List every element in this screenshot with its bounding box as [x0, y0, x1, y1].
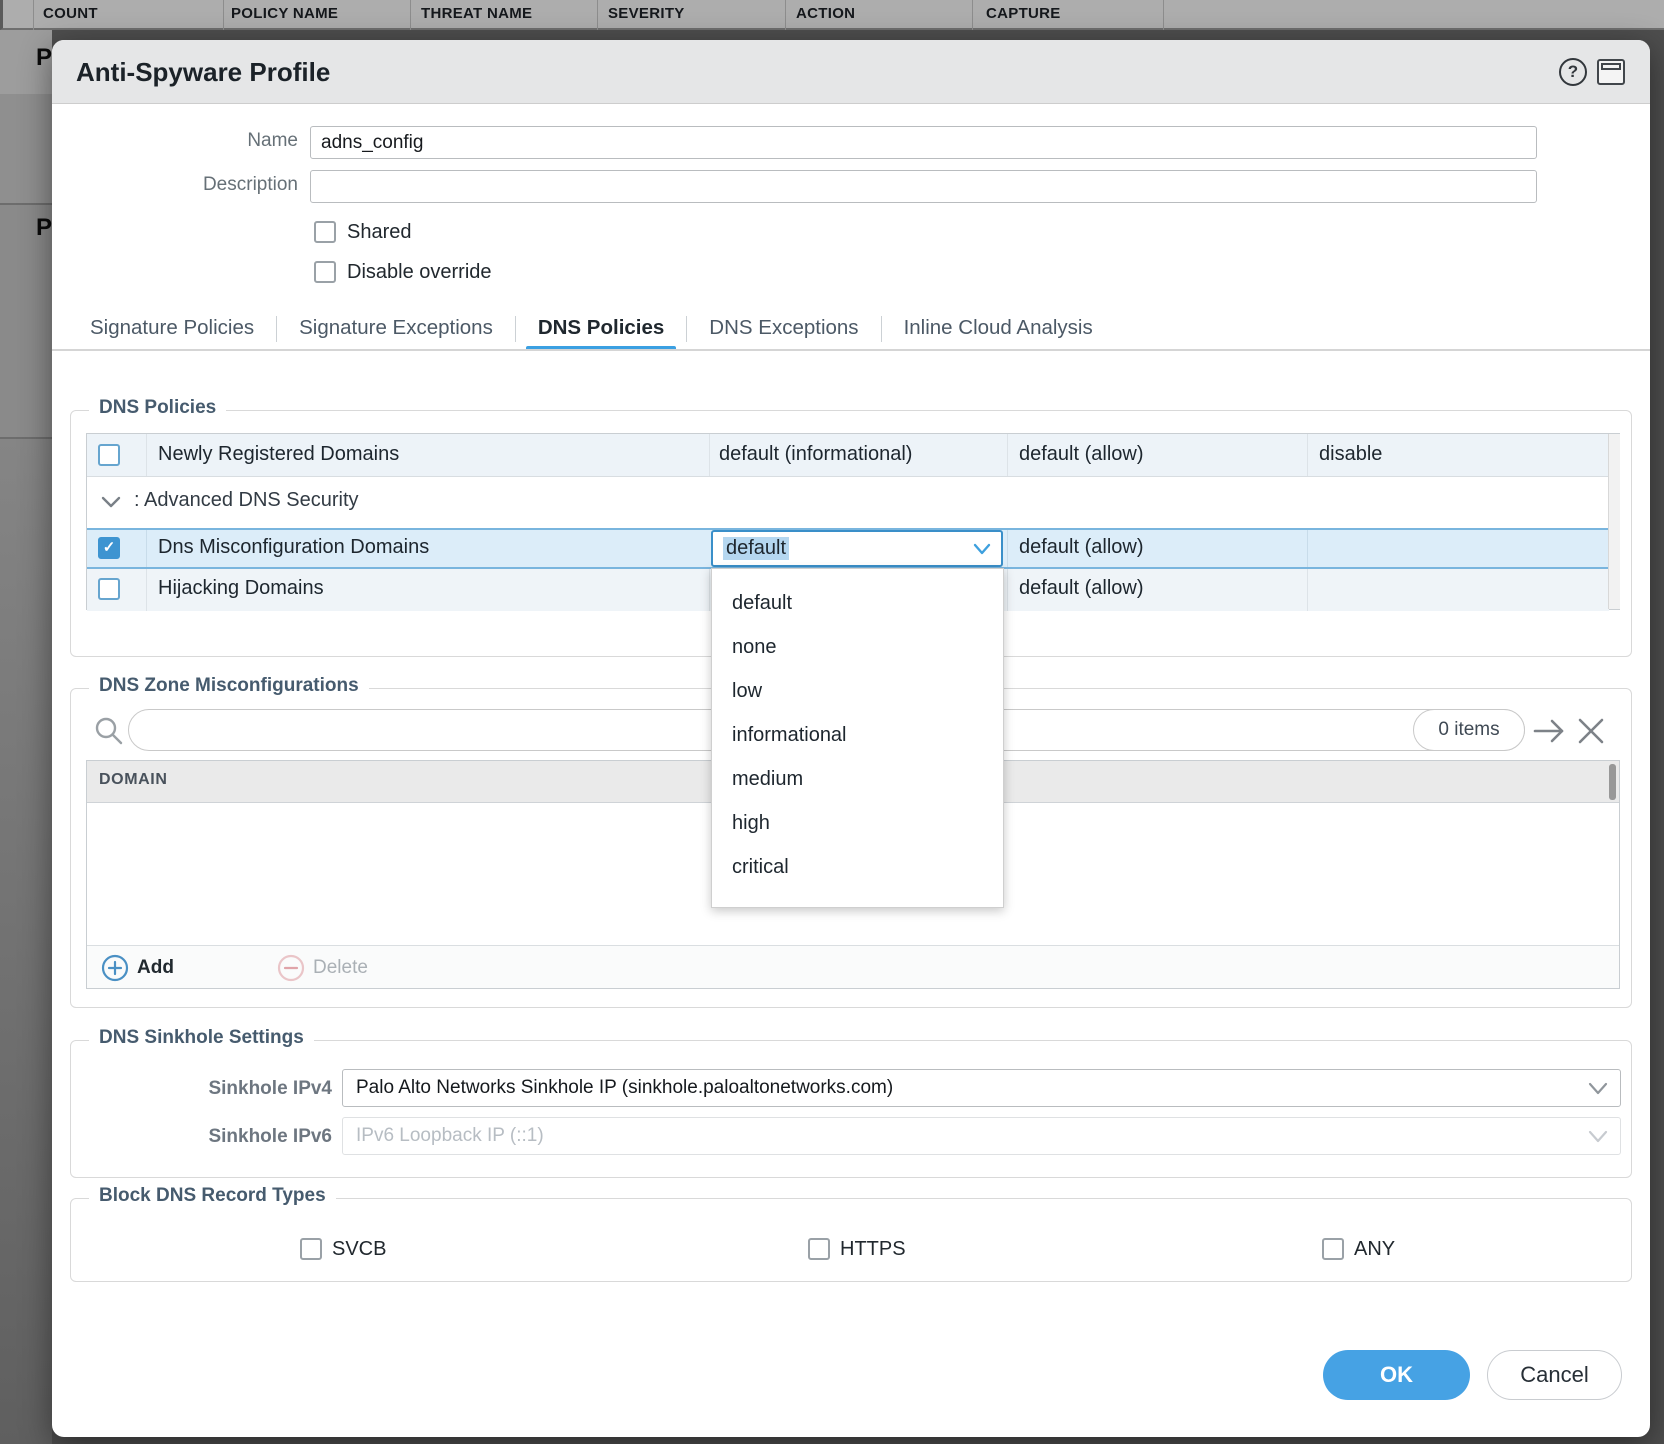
chevron-down-icon[interactable] — [101, 495, 121, 509]
bg-col-threat: THREAT NAME — [421, 5, 532, 22]
row-name: Dns Misconfiguration Domains — [158, 536, 429, 559]
tabs-divider — [52, 349, 1650, 351]
severity-option[interactable]: medium — [712, 757, 1003, 801]
row-severity[interactable]: default (informational) — [719, 443, 912, 466]
bg-partial-text: P — [36, 44, 52, 72]
severity-dropdown-list: default none low informational medium hi… — [711, 568, 1004, 908]
add-button[interactable]: Add — [101, 946, 174, 989]
dns-policies-legend: DNS Policies — [89, 397, 226, 419]
row-name: Newly Registered Domains — [158, 443, 399, 466]
chevron-down-icon — [1588, 1130, 1608, 1144]
tab-signature-policies[interactable]: Signature Policies — [78, 314, 266, 342]
disable-override-label: Disable override — [347, 261, 492, 284]
zone-table-footer: Add Delete — [87, 945, 1619, 988]
tab-separator — [686, 316, 687, 342]
bg-col-policy: POLICY NAME — [231, 5, 338, 22]
severity-option[interactable]: low — [712, 669, 1003, 713]
tab-separator — [276, 316, 277, 342]
apply-filter-arrow-icon[interactable] — [1533, 718, 1567, 744]
background-page-left: P P — [0, 30, 52, 1444]
dns-zone-legend: DNS Zone Misconfigurations — [89, 675, 369, 697]
sinkhole-ipv6-select[interactable]: IPv6 Loopback IP (::1) — [342, 1117, 1621, 1155]
severity-option[interactable]: informational — [712, 713, 1003, 757]
chevron-down-icon[interactable] — [973, 543, 991, 556]
bg-col-capture: CAPTURE — [986, 5, 1061, 22]
block-record-types-legend: Block DNS Record Types — [89, 1185, 336, 1207]
ok-button[interactable]: OK — [1323, 1350, 1470, 1400]
dialog-title: Anti-Spyware Profile — [76, 40, 330, 104]
sinkhole-legend: DNS Sinkhole Settings — [89, 1027, 314, 1049]
delete-label: Delete — [313, 957, 368, 979]
severity-option[interactable]: default — [712, 581, 1003, 625]
window-icon[interactable] — [1597, 59, 1625, 85]
bg-col-count: COUNT — [43, 5, 98, 22]
bg-col-action: ACTION — [796, 5, 855, 22]
row-checkbox-checked[interactable]: ✓ — [98, 537, 120, 559]
cancel-button[interactable]: Cancel — [1487, 1350, 1622, 1400]
sinkhole-ipv4-select[interactable]: Palo Alto Networks Sinkhole IP (sinkhole… — [342, 1069, 1621, 1107]
name-label: Name — [150, 130, 298, 152]
tab-dns-exceptions[interactable]: DNS Exceptions — [697, 314, 870, 342]
row-checkbox[interactable] — [98, 444, 120, 466]
plus-circle-icon — [101, 954, 129, 982]
severity-option[interactable]: high — [712, 801, 1003, 845]
items-count-badge: 0 items — [1413, 709, 1525, 751]
chevron-down-icon — [1588, 1082, 1608, 1096]
tab-signature-exceptions[interactable]: Signature Exceptions — [287, 314, 505, 342]
shared-checkbox[interactable] — [314, 221, 336, 243]
tab-separator — [515, 316, 516, 342]
name-input[interactable] — [310, 126, 1537, 159]
row-action[interactable]: default (allow) — [1019, 577, 1144, 600]
https-label: HTTPS — [840, 1238, 906, 1261]
row-checkbox[interactable] — [98, 578, 120, 600]
disable-override-checkbox[interactable] — [314, 261, 336, 283]
group-row-advanced-dns-security[interactable]: : Advanced DNS Security — [87, 478, 1609, 528]
svcb-checkbox[interactable] — [300, 1238, 322, 1260]
severity-option[interactable]: critical — [712, 845, 1003, 889]
any-checkbox[interactable] — [1322, 1238, 1344, 1260]
group-label: : Advanced DNS Security — [134, 489, 359, 512]
delete-button-disabled[interactable]: Delete — [277, 946, 368, 989]
add-label: Add — [137, 957, 174, 979]
tab-inline-cloud-analysis[interactable]: Inline Cloud Analysis — [892, 314, 1105, 342]
help-icon[interactable]: ? — [1559, 58, 1587, 86]
background-table-header: COUNT POLICY NAME THREAT NAME SEVERITY A… — [0, 0, 1664, 30]
tab-dns-policies[interactable]: DNS Policies — [526, 314, 676, 342]
shared-label: Shared — [347, 221, 412, 244]
sinkhole-ipv4-label: Sinkhole IPv4 — [150, 1078, 332, 1100]
minus-circle-icon — [277, 954, 305, 982]
tab-separator — [881, 316, 882, 342]
row-packet-capture[interactable]: disable — [1319, 443, 1382, 466]
any-label: ANY — [1354, 1238, 1395, 1261]
severity-combobox[interactable]: default — [711, 530, 1003, 567]
severity-option[interactable]: none — [712, 625, 1003, 669]
row-name: Hijacking Domains — [158, 577, 324, 600]
scrollbar-thumb[interactable] — [1609, 764, 1616, 800]
row-action[interactable]: default (allow) — [1019, 536, 1144, 559]
domain-column-header[interactable]: DOMAIN — [99, 771, 167, 789]
description-label: Description — [150, 174, 298, 196]
bg-col-severity: SEVERITY — [608, 5, 685, 22]
table-scrollbar-gutter[interactable] — [1608, 434, 1620, 609]
https-checkbox[interactable] — [808, 1238, 830, 1260]
clear-filter-x-icon[interactable] — [1577, 718, 1605, 744]
svcb-label: SVCB — [332, 1238, 386, 1261]
severity-combobox-value: default — [723, 537, 789, 560]
table-row[interactable]: Newly Registered Domains default (inform… — [87, 434, 1609, 477]
bg-partial-text: P — [36, 214, 52, 242]
search-icon — [94, 716, 124, 746]
description-input[interactable] — [310, 170, 1537, 203]
row-action[interactable]: default (allow) — [1019, 443, 1144, 466]
sinkhole-ipv6-label: Sinkhole IPv6 — [150, 1126, 332, 1148]
sinkhole-fieldset: DNS Sinkhole Settings — [70, 1040, 1632, 1178]
